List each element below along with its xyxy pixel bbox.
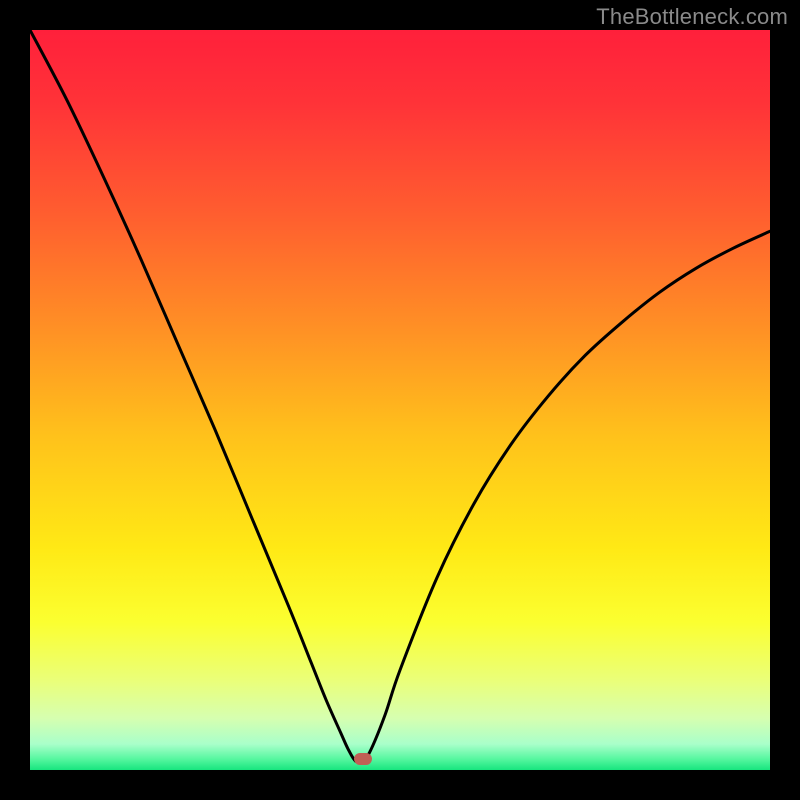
bottleneck-curve bbox=[30, 30, 770, 762]
plot-area bbox=[30, 30, 770, 770]
curve-layer bbox=[30, 30, 770, 770]
watermark-text: TheBottleneck.com bbox=[596, 4, 788, 30]
minimum-marker bbox=[354, 753, 372, 765]
chart-frame: TheBottleneck.com bbox=[0, 0, 800, 800]
